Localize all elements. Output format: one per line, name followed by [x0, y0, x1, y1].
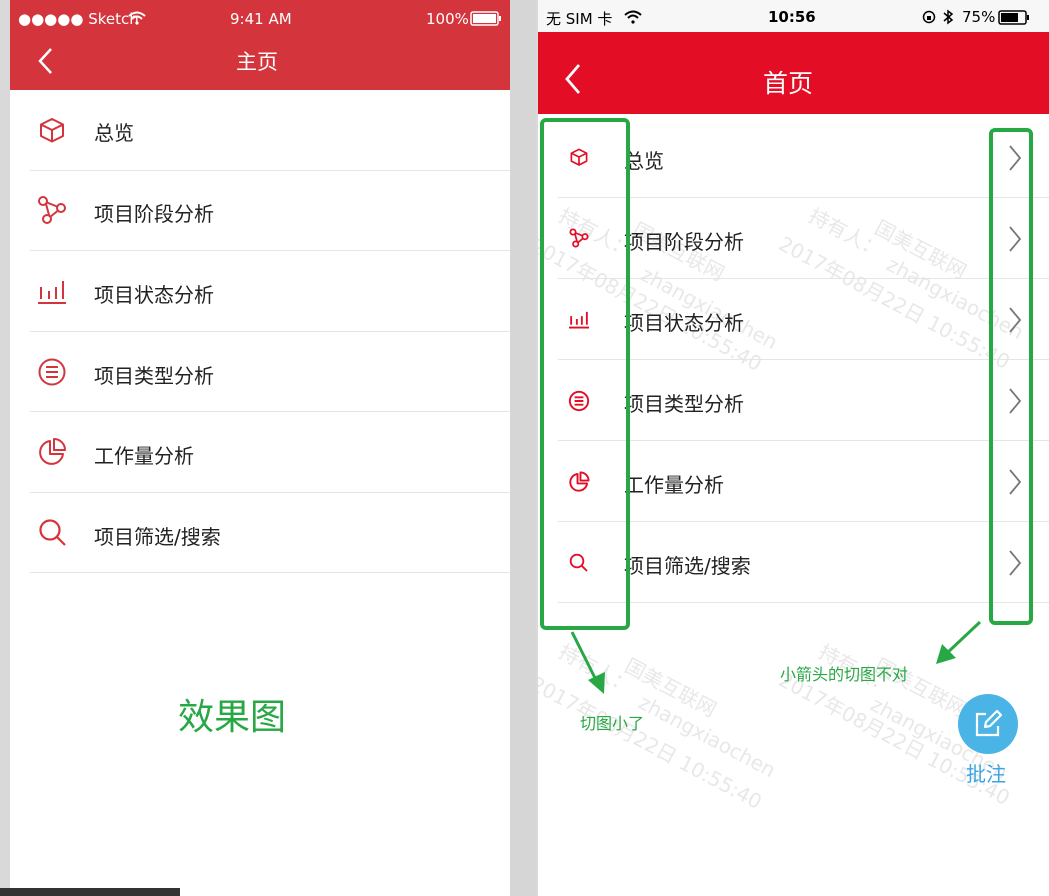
share-nodes-icon [38, 196, 66, 224]
divider [30, 572, 510, 573]
cube-icon [40, 118, 64, 143]
wifi-icon [624, 10, 642, 24]
menu-item-label: 项目筛选/搜索 [94, 525, 221, 549]
orientation-lock-icon [922, 10, 936, 24]
menu-item-label: 项目阶段分析 [624, 230, 744, 254]
menu-item-stage-analysis[interactable]: 项目阶段分析 [10, 171, 510, 251]
menu-item-label: 项目筛选/搜索 [624, 554, 751, 578]
window-bottom-strip [0, 888, 180, 896]
wifi-icon [128, 11, 146, 25]
status-time: 9:41 AM [230, 10, 292, 28]
menu-item-label: 项目状态分析 [94, 283, 214, 307]
menu-item-label: 总览 [94, 121, 134, 145]
menu-item-type-analysis[interactable]: 项目类型分析 [10, 332, 510, 412]
annotation-arrow-icon [570, 631, 605, 694]
menu-item-label: 项目类型分析 [624, 392, 744, 416]
right-nav-bar: 首页 [538, 32, 1049, 114]
menu-item-label: 工作量分析 [624, 473, 724, 497]
edit-note-icon [975, 709, 1003, 737]
left-status-bar: ●●●●● Sketch 9:41 AM 100% [10, 0, 510, 40]
left-phone-screen: ●●●●● Sketch 9:41 AM 100% 主页 总览 项目阶段分析 项… [10, 0, 510, 896]
page-title: 首页 [763, 69, 814, 98]
menu-item-label: 项目类型分析 [94, 364, 214, 388]
pie-chart-icon [39, 438, 66, 465]
battery-icon [998, 10, 1029, 25]
menu-item-status-analysis[interactable]: 项目状态分析 [10, 251, 510, 331]
annotate-fab-button[interactable] [958, 694, 1018, 754]
menu-item-label: 工作量分析 [94, 444, 194, 468]
battery-percent: 75% [962, 8, 996, 26]
menu-item-filter-search[interactable]: 项目筛选/搜索 [10, 493, 510, 573]
battery-icon [470, 11, 501, 26]
menu-item-label: 总览 [624, 149, 664, 173]
battery-percent: 100% [426, 10, 469, 28]
panel-gutter [510, 0, 536, 896]
carrier-label: ●●●●● Sketch [18, 10, 139, 28]
list-circle-icon [38, 358, 66, 386]
page-title: 主页 [236, 50, 278, 74]
menu-item-label: 项目阶段分析 [94, 202, 214, 226]
annotation-arrow-icon [936, 620, 982, 664]
search-icon [39, 519, 66, 546]
bluetooth-icon [943, 9, 954, 25]
icon-column-highlight [540, 118, 630, 630]
effect-caption: 效果图 [178, 697, 287, 738]
status-time: 10:56 [768, 8, 816, 26]
bar-chart-icon [38, 281, 66, 304]
menu-item-overview[interactable]: 总览 [10, 90, 510, 170]
arrow-column-highlight [989, 128, 1033, 625]
annotation-icons-too-small: 切图小了 [580, 714, 645, 733]
carrier-label: 无 SIM 卡 [546, 10, 613, 28]
right-status-bar: 无 SIM 卡 10:56 75% [538, 0, 1049, 32]
menu-item-workload-analysis[interactable]: 工作量分析 [10, 412, 510, 492]
menu-item-label: 项目状态分析 [624, 311, 744, 335]
annotation-arrow-wrong: 小箭头的切图不对 [780, 665, 909, 684]
annotate-fab-label: 批注 [966, 762, 1006, 786]
divider [558, 602, 1049, 603]
back-chevron-icon[interactable] [36, 46, 56, 76]
left-nav-bar: 主页 [10, 40, 510, 90]
back-chevron-icon[interactable] [562, 62, 584, 96]
